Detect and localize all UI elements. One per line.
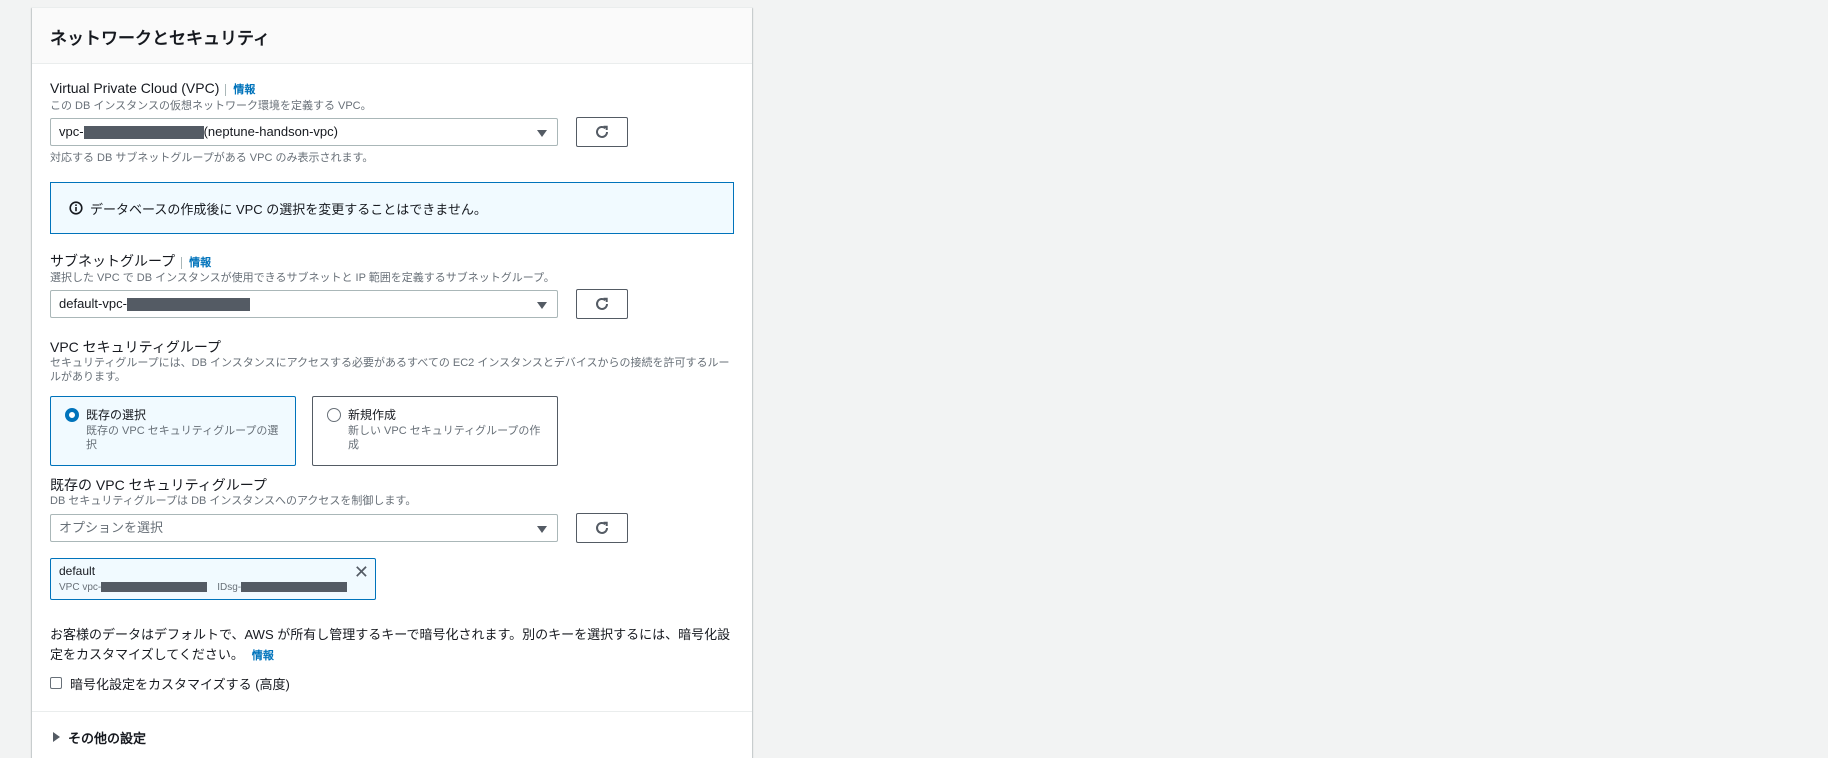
customize-encryption-label[interactable]: 暗号化設定をカスタマイズする (高度) (70, 674, 290, 693)
radio-create-new[interactable]: 新規作成 新しい VPC セキュリティグループの作成 (312, 396, 558, 466)
existing-sg-description: DB セキュリティグループは DB インスタンスへのアクセスを制御します。 (50, 495, 417, 507)
subnet-group-label: サブネットグループ (50, 253, 176, 269)
customize-encryption-checkbox[interactable] (50, 677, 62, 689)
vpc-value-suffix: (neptune-handson-vpc) (203, 124, 338, 139)
panel-header: ネットワークとセキュリティ (32, 8, 752, 64)
other-settings-toggle[interactable]: その他の設定 (68, 728, 146, 747)
existing-sg-label: 既存の VPC セキュリティグループ (50, 477, 267, 493)
vpc-select[interactable]: vpc- (neptune-handson-vpc) (50, 118, 558, 146)
alert-text: データベースの作成後に VPC の選択を変更することはできません。 (90, 201, 487, 217)
selected-sg-token: default VPC vpc- IDsg- ✕ (50, 558, 376, 600)
network-security-panel: ネットワークとセキュリティ Virtual Private Cloud (VPC… (32, 7, 752, 758)
token-id-redacted (241, 582, 348, 593)
caret-down-icon (537, 130, 547, 137)
encryption-notice: お客様のデータはデフォルトで、AWS が所有し管理するキーで暗号化されます。別の… (50, 625, 734, 666)
caret-right-icon[interactable] (53, 732, 60, 742)
caret-down-icon (537, 302, 547, 309)
refresh-icon (596, 125, 608, 138)
radio-existing-desc: 既存の VPC セキュリティグループの選択 (86, 425, 279, 451)
section-title: ネットワークとセキュリティ (50, 29, 270, 48)
info-circle-icon (69, 201, 83, 215)
security-group-label: VPC セキュリティグループ (50, 339, 221, 355)
radio-button-selected[interactable] (65, 408, 79, 422)
vpc-hint: 対応する DB サブネットグループがある VPC のみ表示されます。 (50, 152, 374, 164)
subnet-value-prefix: default-vpc- (59, 296, 127, 311)
divider (32, 711, 752, 712)
subnet-id-redacted (126, 298, 250, 312)
caret-down-icon (537, 526, 547, 533)
encryption-info-link[interactable]: 情報 (252, 650, 274, 662)
vpc-info-link[interactable]: 情報 (225, 84, 256, 96)
vpc-value-prefix: vpc- (59, 124, 84, 139)
vpc-refresh-button[interactable] (576, 117, 628, 147)
existing-sg-placeholder: オプションを選択 (59, 520, 164, 535)
close-icon[interactable]: ✕ (354, 563, 369, 581)
refresh-icon (596, 297, 608, 310)
vpc-label: Virtual Private Cloud (VPC) (50, 80, 220, 96)
subnet-refresh-button[interactable] (576, 289, 628, 319)
radio-choose-existing[interactable]: 既存の選択 既存の VPC セキュリティグループの選択 (50, 396, 296, 466)
radio-new-title: 新規作成 (348, 408, 397, 422)
token-vpc-prefix: VPC vpc- (59, 582, 102, 593)
radio-existing-title: 既存の選択 (86, 408, 147, 422)
subnet-group-select[interactable]: default-vpc- (50, 290, 558, 318)
subnet-label-row: サブネットグループ 情報 (50, 251, 212, 271)
vpc-change-alert: データベースの作成後に VPC の選択を変更することはできません。 (50, 182, 734, 234)
subnet-info-link[interactable]: 情報 (181, 257, 212, 269)
existing-sg-select[interactable]: オプションを選択 (50, 514, 558, 542)
radio-new-desc: 新しい VPC セキュリティグループの作成 (348, 425, 541, 451)
vpc-description: この DB インスタンスの仮想ネットワーク環境を定義する VPC。 (50, 100, 372, 112)
security-group-description: セキュリティグループには、DB インスタンスにアクセスする必要があるすべての E… (50, 357, 730, 383)
subnet-group-description: 選択した VPC で DB インスタンスが使用できるサブネットと IP 範囲を定… (50, 272, 555, 284)
refresh-icon (596, 521, 608, 534)
token-id-prefix: IDsg- (217, 582, 242, 593)
token-vpc-redacted (101, 582, 208, 593)
existing-sg-refresh-button[interactable] (576, 513, 628, 543)
vpc-id-redacted (83, 126, 204, 140)
encryption-text: お客様のデータはデフォルトで、AWS が所有し管理するキーで暗号化されます。別の… (50, 627, 731, 662)
radio-button[interactable] (327, 408, 341, 422)
token-tags: VPC vpc- IDsg- (59, 582, 348, 593)
vpc-label-row: Virtual Private Cloud (VPC) 情報 (50, 80, 256, 98)
token-label: default (59, 564, 96, 578)
